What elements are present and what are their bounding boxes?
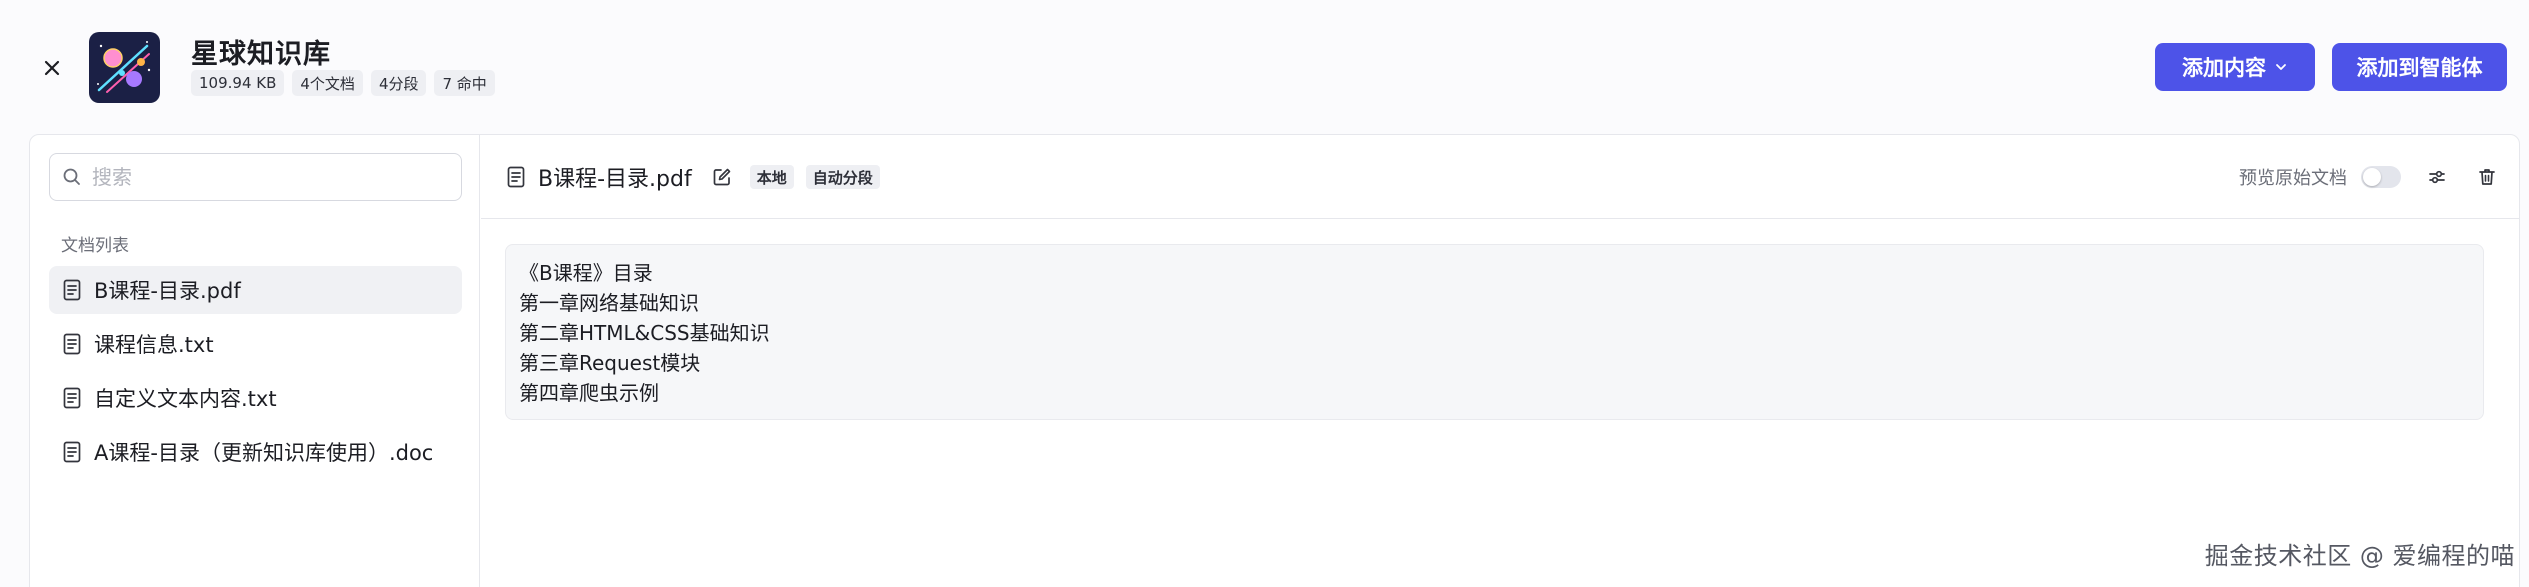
add-content-button[interactable]: 添加内容 [2155,43,2315,91]
size-badge: 109.94 KB [191,70,285,96]
add-to-agent-label: 添加到智能体 [2356,56,2483,80]
hit-count-badge: 7 命中 [434,70,495,96]
preview-original-toggle[interactable] [2361,166,2401,188]
document-icon [63,441,81,463]
document-content: 《B课程》目录 第一章网络基础知识 第二章HTML&CSS基础知识 第三章Req… [505,244,2484,420]
document-title-area: B课程-目录.pdf 本地 自动分段 [506,157,880,197]
document-icon [63,279,81,301]
search-input[interactable] [92,165,432,189]
document-actions: 预览原始文档 [2239,157,2501,197]
document-sidebar: 文档列表 B课程-目录.pdf 课程信息.txt [30,135,480,587]
search-icon [63,168,80,185]
toggle-knob [2363,168,2381,186]
document-item[interactable]: 自定义文本内容.txt [49,374,462,422]
document-item[interactable]: B课程-目录.pdf [49,266,462,314]
stats-badges: 109.94 KB 4个文档 4分段 7 命中 [191,70,495,96]
document-list-heading: 文档列表 [61,236,129,256]
search-box[interactable] [49,153,462,201]
source-tag: 本地 [749,165,794,189]
knowledge-panel: 文档列表 B课程-目录.pdf 课程信息.txt [29,134,2520,587]
content-line: 第三章Request模块 [519,351,701,375]
document-name: B课程-目录.pdf [94,279,241,303]
planet-logo-icon [89,32,160,103]
document-toolbar: B课程-目录.pdf 本地 自动分段 预览原始文档 [481,135,2519,219]
content-line: 第四章爬虫示例 [519,381,659,405]
content-line: 第二章HTML&CSS基础知识 [519,321,770,345]
preview-original-label: 预览原始文档 [2239,168,2347,189]
document-name: A课程-目录（更新知识库使用）.doc [94,441,434,465]
document-icon [63,333,81,355]
knowledge-base-title: 星球知识库 [191,39,331,70]
close-button[interactable] [38,54,66,82]
segment-settings-button[interactable] [2423,163,2451,191]
document-viewer: B课程-目录.pdf 本地 自动分段 预览原始文档 《B课程》目录 第一章网络基… [481,135,2519,587]
document-item[interactable]: A课程-目录（更新知识库使用）.doc [49,428,462,476]
content-line: 第一章网络基础知识 [519,291,699,315]
trash-icon [2479,169,2495,185]
segment-count-badge: 4分段 [370,70,427,96]
document-list: B课程-目录.pdf 课程信息.txt 自定义文本内容.txt A课程-目录（更… [49,266,462,482]
chevron-down-icon [2276,64,2286,70]
close-icon [44,60,60,76]
document-icon [63,387,81,409]
edit-button[interactable] [712,167,732,187]
doc-count-badge: 4个文档 [292,70,363,96]
edit-icon [713,168,731,186]
document-name: 课程信息.txt [94,333,214,357]
watermark: 掘金技术社区 @ 爱编程的喵 [2204,542,2515,570]
document-title: B课程-目录.pdf [538,167,692,192]
document-item[interactable]: 课程信息.txt [49,320,462,368]
delete-button[interactable] [2473,163,2501,191]
add-content-label: 添加内容 [2182,56,2266,80]
add-to-agent-button[interactable]: 添加到智能体 [2332,43,2507,91]
content-line: 《B课程》目录 [519,261,653,285]
segment-mode-tag: 自动分段 [805,165,880,189]
header: 星球知识库 109.94 KB 4个文档 4分段 7 命中 添加内容 添加到智能… [0,0,2529,134]
document-name: 自定义文本内容.txt [94,387,277,411]
sliders-icon [2429,170,2445,184]
document-icon [507,166,525,188]
